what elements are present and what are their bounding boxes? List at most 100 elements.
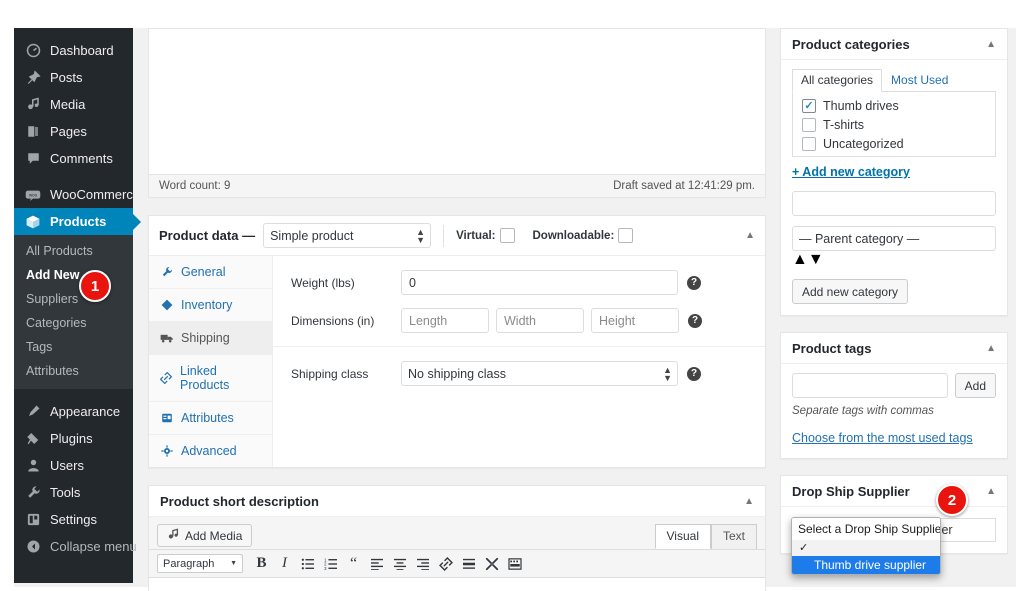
sidebar-item-media[interactable]: Media (14, 91, 133, 118)
draft-saved-label: Draft saved at 12:41:29 pm. (613, 180, 755, 192)
editor-status-bar: Word count: 9 Draft saved at 12:41:29 pm… (148, 174, 766, 198)
sidebar-item-posts[interactable]: Posts (14, 64, 133, 91)
help-icon[interactable]: ? (687, 276, 701, 290)
shipping-class-select-wrap[interactable]: No shipping class ▲▼ (401, 361, 678, 386)
virtual-checkbox[interactable] (500, 228, 515, 243)
help-icon[interactable]: ? (687, 367, 701, 381)
add-tag-button[interactable]: Add (955, 373, 996, 398)
sidebar-item-collapse-menu[interactable]: Collapse menu (14, 533, 133, 560)
numbered-list-icon[interactable]: 123 (320, 554, 341, 574)
bulleted-list-icon[interactable] (297, 554, 318, 574)
toolbar-toggle-icon[interactable] (504, 554, 525, 574)
tab-attributes[interactable]: Attributes (149, 402, 272, 435)
check-icon: ✓ (804, 101, 813, 112)
product-type-select-wrap[interactable]: Simple product ▲▼ (263, 223, 431, 248)
sidebar-item-products[interactable]: Products (14, 208, 133, 235)
category-checkbox-uncategorized[interactable] (802, 137, 816, 151)
add-new-category-button[interactable]: Add new category (792, 279, 908, 304)
tab-general[interactable]: General (149, 256, 272, 289)
dropdown-option-label: Thumb drive supplier (814, 558, 926, 572)
dimension-height-input[interactable] (591, 308, 679, 333)
tab-label: Attributes (181, 411, 234, 425)
tab-visual[interactable]: Visual (655, 524, 711, 549)
add-media-button[interactable]: Add Media (157, 524, 252, 547)
dropdown-option-empty[interactable]: ✓ (792, 540, 940, 556)
read-more-icon[interactable] (458, 554, 479, 574)
chevron-up-icon[interactable]: ▲ (986, 343, 996, 354)
chevron-up-icon[interactable]: ▲ (986, 39, 996, 50)
downloadable-checkbox[interactable] (618, 228, 633, 243)
category-row[interactable]: T-shirts (802, 118, 986, 132)
submenu-item-categories[interactable]: Categories (14, 311, 133, 335)
parent-category-select[interactable]: — Parent category — (792, 226, 996, 251)
blockquote-icon[interactable]: “ (343, 554, 364, 574)
sidebar-item-comments[interactable]: Comments (14, 145, 133, 172)
product-tag-input[interactable] (792, 373, 948, 398)
submenu-item-attributes[interactable]: Attributes (14, 359, 133, 383)
fullscreen-icon[interactable] (481, 554, 502, 574)
italic-icon[interactable]: I (274, 554, 295, 574)
most-used-tags-link[interactable]: Choose from the most used tags (792, 431, 973, 445)
dimension-width-input[interactable] (496, 308, 584, 333)
sidebar-item-settings[interactable]: Settings (14, 506, 133, 533)
category-checkbox-t-shirts[interactable] (802, 118, 816, 132)
product-tags-title: Product tags (792, 341, 871, 356)
tab-all-categories[interactable]: All categories (792, 69, 882, 92)
align-left-icon[interactable] (366, 554, 387, 574)
submenu-item-all-products[interactable]: All Products (14, 239, 133, 263)
sidebar-item-pages[interactable]: Pages (14, 118, 133, 145)
category-checkbox-thumb-drives[interactable]: ✓ (802, 99, 816, 113)
tab-text[interactable]: Text (711, 524, 757, 549)
submenu-item-suppliers[interactable]: Suppliers (14, 287, 133, 311)
sidebar-item-tools[interactable]: Tools (14, 479, 133, 506)
sidebar-item-plugins[interactable]: Plugins (14, 425, 133, 452)
submenu-item-tags[interactable]: Tags (14, 335, 133, 359)
sidebar-item-label: Dashboard (50, 43, 114, 58)
chevron-up-icon[interactable]: ▲ (745, 230, 755, 241)
post-content-editor-area[interactable] (148, 28, 766, 174)
dropdown-option-thumb-drive-supplier[interactable]: Thumb drive supplier (792, 556, 940, 574)
category-row[interactable]: ✓ Thumb drives (802, 99, 986, 113)
weight-input[interactable] (401, 270, 678, 295)
tags-hint: Separate tags with commas (792, 405, 996, 417)
sidebar-item-dashboard[interactable]: Dashboard (14, 37, 133, 64)
new-category-name-input[interactable] (792, 191, 996, 216)
tab-shipping[interactable]: Shipping (149, 322, 272, 355)
product-categories-body: All categories Most Used ✓ Thumb drives … (781, 60, 1007, 315)
chevron-up-icon[interactable]: ▲ (744, 496, 754, 507)
check-icon: ✓ (799, 541, 808, 554)
sidebar-item-users[interactable]: Users (14, 452, 133, 479)
align-center-icon[interactable] (389, 554, 410, 574)
add-new-category-link[interactable]: + Add new category (792, 165, 910, 179)
parent-category-wrap[interactable]: — Parent category — ▲▼ (792, 226, 996, 269)
paragraph-format-select[interactable]: Paragraph ▼ (157, 554, 243, 573)
submenu-item-add-new[interactable]: Add New (14, 263, 133, 287)
word-count-label: Word count: 9 (159, 180, 230, 192)
chevron-up-icon[interactable]: ▲ (986, 486, 996, 497)
align-right-icon[interactable] (412, 554, 433, 574)
table-icon (159, 412, 174, 424)
tab-advanced[interactable]: Advanced (149, 435, 272, 467)
tab-inventory[interactable]: Inventory (149, 289, 272, 322)
shipping-class-select[interactable]: No shipping class (401, 361, 678, 386)
sidebar-item-label: Products (50, 214, 106, 229)
dimension-length-input[interactable] (401, 308, 489, 333)
product-categories-header: Product categories ▲ (781, 29, 1007, 60)
tab-most-used[interactable]: Most Used (882, 69, 957, 92)
user-icon (23, 457, 43, 475)
short-description-body[interactable] (149, 578, 765, 591)
drop-ship-supplier-select-wrap[interactable]: Select a Drop Ship Supplier Select a Dro… (792, 518, 996, 542)
sidebar-item-woocommerce[interactable]: woo WooCommerce (14, 181, 133, 208)
insert-link-icon[interactable] (435, 554, 456, 574)
tab-linked-products[interactable]: Linked Products (149, 355, 272, 402)
plug-icon (23, 430, 43, 448)
bold-icon[interactable]: B (251, 554, 272, 574)
link-icon (159, 372, 173, 384)
format-label: Paragraph (163, 558, 214, 570)
sidebar-item-label: Collapse menu (50, 539, 137, 554)
help-icon[interactable]: ? (688, 314, 702, 328)
category-row[interactable]: Uncategorized (802, 137, 986, 151)
product-type-select[interactable]: Simple product (263, 223, 431, 248)
drop-ship-supplier-dropdown[interactable]: Select a Drop Ship Supplier ✓ Thumb driv… (791, 517, 941, 575)
sidebar-item-appearance[interactable]: Appearance (14, 398, 133, 425)
